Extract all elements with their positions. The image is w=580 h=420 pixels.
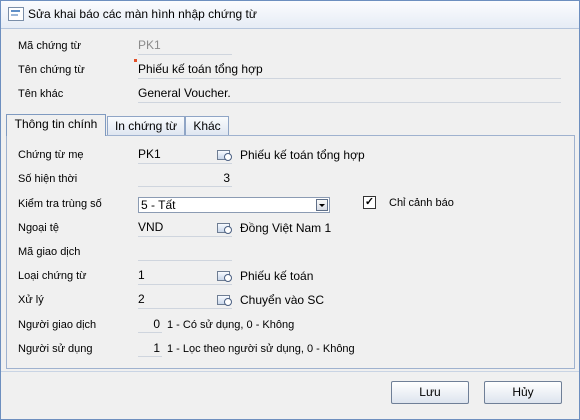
kiem-tra-trung-so-value: 5 - Tất [141,198,176,212]
xu-ly-description: Chuyển vào SC [240,293,325,307]
title-bar: Sửa khai báo các màn hình nhập chứng từ [1,1,579,29]
ten-khac-field[interactable]: General Voucher. [138,86,561,103]
save-button[interactable]: Lưu [391,381,469,404]
ten-chung-tu-label: Tên chứng từ [18,64,85,76]
ngoai-te-description: Đồng Việt Nam 1 [240,221,332,235]
chi-canh-bao-label: Chỉ cảnh báo [389,197,454,209]
nguoi-su-dung-label: Người sử dụng [18,343,93,355]
footer-divider [1,371,579,372]
lookup-icon[interactable] [217,149,232,161]
ma-chung-tu-field[interactable]: PK1 [138,38,232,55]
chung-tu-me-description: Phiếu kế toán tổng hợp [240,148,365,162]
chi-canh-bao-checkbox[interactable]: ✓ [363,196,376,209]
dialog-window: Sửa khai báo các màn hình nhập chứng từ … [0,0,580,420]
nguoi-giao-dich-label: Người giao dịch [18,319,97,331]
lookup-icon[interactable] [217,294,232,306]
lookup-icon[interactable] [217,270,232,282]
tab-panel [6,135,575,369]
loai-chung-tu-label: Loại chứng từ [18,270,87,282]
chevron-down-icon[interactable] [316,199,328,211]
ma-giao-dich-field[interactable] [138,244,232,261]
xu-ly-label: Xử lý [18,294,44,306]
required-marker [134,59,137,62]
kiem-tra-trung-so-label: Kiểm tra trùng số [18,198,102,210]
loai-chung-tu-description: Phiếu kế toán [240,269,314,283]
so-hien-thoi-label: Số hiện thời [18,173,78,185]
nguoi-su-dung-description: 1 - Lọc theo người sử dụng, 0 - Không [167,343,355,355]
form-icon [8,7,24,21]
nguoi-giao-dich-description: 1 - Có sử dụng, 0 - Không [167,319,295,331]
ma-chung-tu-label: Mã chứng từ [18,40,82,52]
window-title: Sửa khai báo các màn hình nhập chứng từ [28,7,257,21]
lookup-icon[interactable] [217,222,232,234]
tab-khac[interactable]: Khác [185,116,229,135]
so-hien-thoi-field[interactable]: 3 [138,171,232,187]
ngoai-te-label: Ngoại tệ [18,222,59,234]
kiem-tra-trung-so-select[interactable]: 5 - Tất [138,197,330,213]
cancel-button[interactable]: Hủy [484,381,562,404]
tab-thong-tin-chinh[interactable]: Thông tin chính [6,114,106,136]
tab-in-chung-tu[interactable]: In chứng từ [107,116,185,135]
ten-khac-label: Tên khác [18,88,64,100]
ten-chung-tu-field[interactable]: Phiếu kế toán tổng hợp [138,62,561,79]
chung-tu-me-label: Chứng từ mẹ [18,149,84,161]
nguoi-su-dung-field[interactable]: 1 [138,341,162,357]
ma-giao-dich-label: Mã giao dịch [18,246,81,258]
nguoi-giao-dich-field[interactable]: 0 [138,317,162,333]
